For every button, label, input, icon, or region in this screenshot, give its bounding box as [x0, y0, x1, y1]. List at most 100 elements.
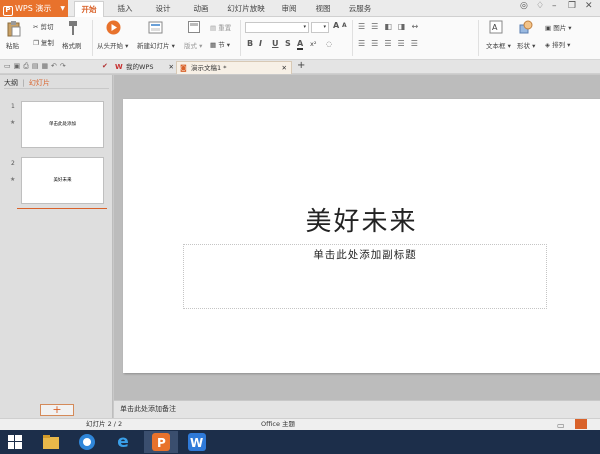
- wps-w-icon: W: [115, 63, 123, 71]
- picture-label: 图片: [553, 24, 567, 32]
- quick-access-icons[interactable]: ▭▣⎙▤▦↶↷: [4, 62, 69, 71]
- wps-logo-icon: P: [3, 6, 13, 16]
- title-bar: P WPS 演示 ▼ 开始 插入 设计 动画 幻灯片放映 审阅 视图 云服务 ◎ …: [0, 0, 600, 17]
- star-icon: ★: [10, 119, 16, 126]
- list-buttons[interactable]: ☰☰◧◨↔: [358, 22, 424, 31]
- doc-tab-presentation[interactable]: ◙ 演示文稿1 * ✕: [176, 61, 292, 74]
- new-slide-icon[interactable]: [148, 20, 164, 35]
- app-name: WPS 演示: [15, 4, 52, 13]
- paste-button[interactable]: [6, 20, 22, 38]
- tab-view[interactable]: 视图: [310, 1, 336, 17]
- doc-tab-my-wps[interactable]: W 我的WPS ✕: [112, 61, 176, 74]
- play-from-start-label: 从头开始: [97, 42, 123, 50]
- slide-thumbnail-panel: 大纲 | 幻灯片 1 ★ 单击此处添加 2 ★ 美好未来 +: [0, 75, 113, 418]
- windows-start-icon[interactable]: [0, 431, 30, 453]
- current-slide[interactable]: 美好未来 单击此处添加副标题: [123, 99, 600, 373]
- browser-icon[interactable]: [72, 431, 102, 453]
- char-spacing-button[interactable]: x²: [310, 40, 316, 48]
- shape-label: 形状: [517, 42, 530, 50]
- textbox-button[interactable]: 文本框 ▾: [486, 40, 511, 50]
- presentation-icon: ◙: [180, 64, 187, 72]
- tab-slides[interactable]: 幻灯片: [29, 79, 50, 87]
- section-button[interactable]: ▦ 节 ▾: [210, 39, 230, 49]
- layout-button[interactable]: 版式 ▾: [184, 40, 202, 50]
- add-slide-button[interactable]: +: [40, 404, 74, 416]
- clipboard-icon: [7, 21, 21, 37]
- italic-button[interactable]: I: [259, 39, 262, 48]
- slide-thumbnail-1[interactable]: 单击此处添加: [21, 101, 104, 148]
- arrange-label: 排列: [552, 41, 566, 49]
- reset-button[interactable]: ▤ 重置: [210, 22, 231, 32]
- shape-button[interactable]: 形状 ▾: [517, 40, 535, 50]
- new-slide-button[interactable]: 新建幻灯片 ▾: [137, 40, 175, 50]
- ribbon-toolbar: 粘贴 ✂ 剪切 ❐ 复制 格式刷 从头开始 ▾ 新建幻灯片 ▾ 版式 ▾ ▤ 重…: [0, 17, 600, 60]
- help-icon[interactable]: ◎: [520, 1, 528, 11]
- format-painter-icon[interactable]: [66, 20, 80, 36]
- tab-home[interactable]: 开始: [74, 1, 104, 17]
- thumbnail-text: 美好未来: [53, 178, 72, 183]
- picture-icon: ▣: [545, 24, 552, 32]
- panel-tabs: 大纲 | 幻灯片: [4, 79, 50, 87]
- internet-explorer-icon[interactable]: e: [108, 431, 138, 453]
- copy-button[interactable]: ❐ 复制: [33, 37, 54, 47]
- chevron-down-icon: ▼: [60, 5, 65, 12]
- arrange-icon: ◈: [545, 41, 550, 49]
- tab-outline[interactable]: 大纲: [4, 79, 18, 87]
- pin-icon[interactable]: ✔: [102, 62, 108, 70]
- tab-cloud[interactable]: 云服务: [344, 1, 376, 17]
- clear-format-icon[interactable]: ◌: [326, 40, 332, 48]
- subtitle-text: 单击此处添加副标题: [313, 249, 417, 261]
- increase-font-icon[interactable]: A: [333, 21, 339, 30]
- slide-title[interactable]: 美好未来: [123, 201, 600, 238]
- close-icon[interactable]: ✕: [282, 62, 287, 74]
- font-family-select[interactable]: ▾: [245, 22, 309, 33]
- wps-presentation-taskbar-icon[interactable]: P: [144, 431, 178, 453]
- arrange-button[interactable]: ◈ 排列 ▾: [545, 39, 570, 49]
- shape-icon[interactable]: [519, 20, 533, 34]
- font-color-button[interactable]: A: [297, 39, 304, 50]
- new-tab-plus-icon[interactable]: +: [297, 60, 305, 71]
- slide-thumbnail-2[interactable]: 美好未来: [21, 157, 104, 204]
- layout-icon[interactable]: [188, 21, 200, 33]
- shadow-button[interactable]: S: [285, 39, 291, 48]
- picture-button[interactable]: ▣ 图片 ▾: [545, 22, 572, 32]
- cut-button[interactable]: ✂ 剪切: [33, 21, 54, 31]
- tab-insert[interactable]: 插入: [112, 1, 138, 17]
- paste-label[interactable]: 粘贴: [6, 40, 19, 50]
- format-painter-button[interactable]: 格式刷: [62, 40, 82, 50]
- insertion-marker: [17, 208, 107, 209]
- svg-text:A: A: [492, 23, 498, 32]
- align-buttons[interactable]: ☰☰☰☰☰: [358, 39, 424, 48]
- tab-animation[interactable]: 动画: [188, 1, 214, 17]
- play-from-start-button[interactable]: 从头开始 ▾: [97, 40, 128, 50]
- tab-slideshow[interactable]: 幻灯片放映: [220, 1, 272, 17]
- underline-button[interactable]: U: [272, 39, 279, 48]
- tab-design[interactable]: 设计: [150, 1, 176, 17]
- doc-tab-label: 我的WPS: [126, 63, 154, 71]
- wps-writer-taskbar-icon[interactable]: W: [182, 431, 212, 453]
- reset-label: 重置: [218, 24, 232, 32]
- minimize-icon[interactable]: –: [552, 1, 557, 11]
- new-slide-label: 新建幻灯片: [137, 42, 170, 50]
- restore-icon[interactable]: ❐: [568, 1, 576, 11]
- play-icon[interactable]: [106, 20, 121, 35]
- section-icon: ▦: [210, 41, 217, 49]
- slide-counter: 幻灯片 2 / 2: [86, 420, 123, 428]
- decrease-font-icon[interactable]: A: [342, 22, 347, 29]
- slide-editing-area: 美好未来 单击此处添加副标题: [114, 75, 600, 400]
- textbox-label: 文本框: [486, 42, 506, 50]
- close-icon[interactable]: ✕: [169, 61, 174, 73]
- bold-button[interactable]: B: [247, 39, 253, 48]
- file-explorer-icon[interactable]: [36, 431, 66, 453]
- skin-icon[interactable]: ♢: [536, 1, 544, 11]
- close-icon[interactable]: ✕: [585, 1, 593, 11]
- tab-review[interactable]: 审阅: [276, 1, 302, 17]
- notes-area[interactable]: 单击此处添加备注: [114, 400, 600, 418]
- star-icon: ★: [10, 176, 16, 183]
- windows-taskbar: e P W: [0, 430, 600, 454]
- subtitle-placeholder[interactable]: 单击此处添加副标题: [183, 244, 547, 309]
- textbox-icon[interactable]: A: [489, 20, 503, 34]
- wps-app-menu-button[interactable]: P WPS 演示 ▼: [0, 0, 68, 17]
- slide-sorter-icon[interactable]: [575, 419, 587, 429]
- font-size-select[interactable]: ▾: [311, 22, 329, 33]
